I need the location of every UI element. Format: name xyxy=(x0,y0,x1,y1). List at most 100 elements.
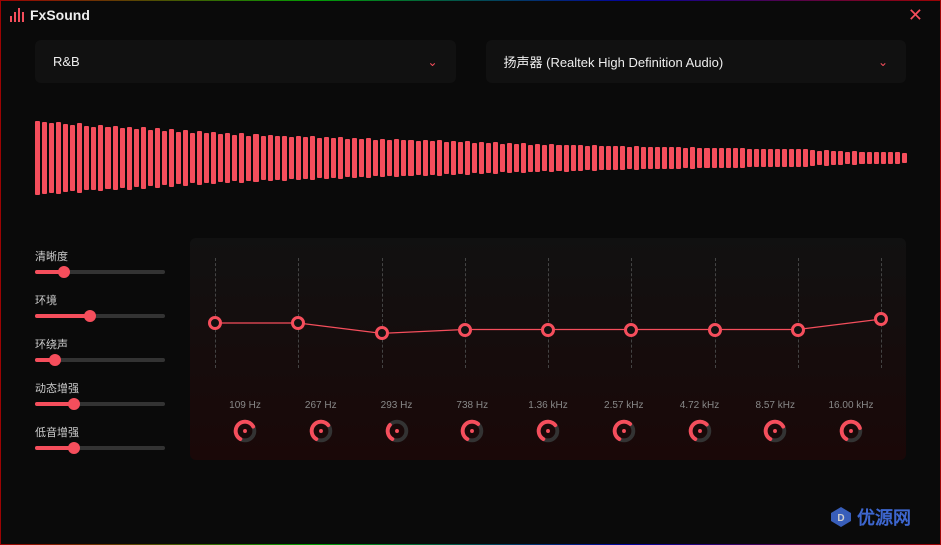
visualizer-bar xyxy=(859,152,864,165)
eq-freq-label: 8.57 kHz xyxy=(756,400,795,411)
eq-node-1[interactable] xyxy=(291,316,305,330)
visualizer-bar xyxy=(500,144,505,173)
visualizer-bar xyxy=(803,149,808,167)
eq-gain-knob-0[interactable] xyxy=(231,417,259,445)
visualizer-bar xyxy=(888,152,893,164)
preset-value: R&B xyxy=(53,54,80,69)
visualizer-bar xyxy=(521,143,526,173)
visualizer-bar xyxy=(416,141,421,175)
visualizer-bar xyxy=(183,130,188,186)
visualizer-bar xyxy=(867,152,872,165)
eq-gridline xyxy=(798,258,799,368)
eq-gain-knob-5[interactable] xyxy=(610,417,638,445)
visualizer-bar xyxy=(599,146,604,169)
slider-label: 清晰度 xyxy=(35,248,165,264)
visualizer-bar xyxy=(296,136,301,180)
visualizer-bar xyxy=(310,136,315,179)
visualizer-bar xyxy=(162,131,167,185)
eq-gain-knob-6[interactable] xyxy=(686,417,714,445)
visualizer-bar xyxy=(246,136,251,181)
visualizer-bar xyxy=(782,149,787,167)
eq-gain-knob-8[interactable] xyxy=(837,417,865,445)
slider-track[interactable] xyxy=(35,446,165,450)
visualizer-bar xyxy=(874,152,879,164)
slider-track[interactable] xyxy=(35,402,165,406)
slider-track[interactable] xyxy=(35,314,165,318)
visualizer-bar xyxy=(437,140,442,175)
visualizer-bar xyxy=(91,127,96,190)
eq-node-3[interactable] xyxy=(458,323,472,337)
visualizer-bar xyxy=(197,131,202,185)
visualizer-bar xyxy=(317,138,322,179)
visualizer-bar xyxy=(211,132,216,184)
visualizer-bar xyxy=(824,150,829,166)
eq-freq-label: 16.00 kHz xyxy=(828,400,873,411)
slider-2[interactable]: 环绕声 xyxy=(35,336,165,362)
visualizer-bar xyxy=(662,147,667,170)
eq-node-4[interactable] xyxy=(541,323,555,337)
eq-node-5[interactable] xyxy=(624,323,638,337)
visualizer-bar xyxy=(507,143,512,174)
output-device-dropdown[interactable]: 扬声器 (Realtek High Definition Audio) ⌄ xyxy=(486,40,907,83)
slider-label: 低音增强 xyxy=(35,424,165,440)
visualizer-bar xyxy=(719,148,724,169)
visualizer-bar xyxy=(556,145,561,170)
visualizer-bar xyxy=(585,146,590,170)
eq-gridline xyxy=(465,258,466,368)
preset-dropdown[interactable]: R&B ⌄ xyxy=(35,40,456,83)
eq-freq-label: 293 Hz xyxy=(381,400,413,411)
eq-band-8: 16.00 kHz xyxy=(821,400,881,445)
eq-node-2[interactable] xyxy=(375,326,389,340)
visualizer-bar xyxy=(105,127,110,188)
visualizer-bar xyxy=(683,148,688,169)
eq-gain-knob-1[interactable] xyxy=(307,417,335,445)
eq-node-8[interactable] xyxy=(874,312,888,326)
eq-band-3: 738 Hz xyxy=(442,400,502,445)
slider-label: 动态增强 xyxy=(35,380,165,396)
visualizer-bar xyxy=(655,147,660,169)
slider-3[interactable]: 动态增强 xyxy=(35,380,165,406)
visualizer-bar xyxy=(338,137,343,178)
visualizer-bar xyxy=(70,125,75,192)
visualizer-bar xyxy=(35,121,40,195)
visualizer-bar xyxy=(261,136,266,180)
eq-node-0[interactable] xyxy=(208,316,222,330)
visualizer-bar xyxy=(380,139,385,178)
slider-4[interactable]: 低音增强 xyxy=(35,424,165,450)
visualizer-bar xyxy=(408,140,413,177)
eq-graph[interactable] xyxy=(215,258,881,388)
spectrum-visualizer xyxy=(35,113,906,213)
slider-0[interactable]: 清晰度 xyxy=(35,248,165,274)
eq-gain-knob-4[interactable] xyxy=(534,417,562,445)
visualizer-bar xyxy=(712,148,717,168)
watermark: D 优源网 xyxy=(829,504,911,530)
visualizer-bar xyxy=(239,133,244,183)
visualizer-bar xyxy=(810,150,815,166)
eq-gridline xyxy=(548,258,549,368)
eq-gain-knob-7[interactable] xyxy=(761,417,789,445)
visualizer-bar xyxy=(697,148,702,169)
svg-text:D: D xyxy=(837,513,844,524)
visualizer-bar xyxy=(472,143,477,174)
visualizer-bar xyxy=(176,132,181,184)
slider-track[interactable] xyxy=(35,270,165,274)
eq-gain-knob-3[interactable] xyxy=(458,417,486,445)
slider-track[interactable] xyxy=(35,358,165,362)
visualizer-bar xyxy=(394,139,399,177)
eq-gridline xyxy=(631,258,632,368)
visualizer-bar xyxy=(373,140,378,177)
eq-band-2: 293 Hz xyxy=(367,400,427,445)
visualizer-bar xyxy=(606,146,611,170)
eq-node-7[interactable] xyxy=(791,323,805,337)
eq-node-6[interactable] xyxy=(708,323,722,337)
eq-freq-label: 109 Hz xyxy=(229,400,261,411)
visualizer-bar xyxy=(535,144,540,173)
visualizer-bar xyxy=(352,138,357,179)
visualizer-bar xyxy=(127,127,132,190)
slider-label: 环境 xyxy=(35,292,165,308)
visualizer-bar xyxy=(747,149,752,168)
close-button[interactable]: ✕ xyxy=(900,5,931,26)
eq-gain-knob-2[interactable] xyxy=(383,417,411,445)
eq-band-4: 1.36 kHz xyxy=(518,400,578,445)
slider-1[interactable]: 环境 xyxy=(35,292,165,318)
